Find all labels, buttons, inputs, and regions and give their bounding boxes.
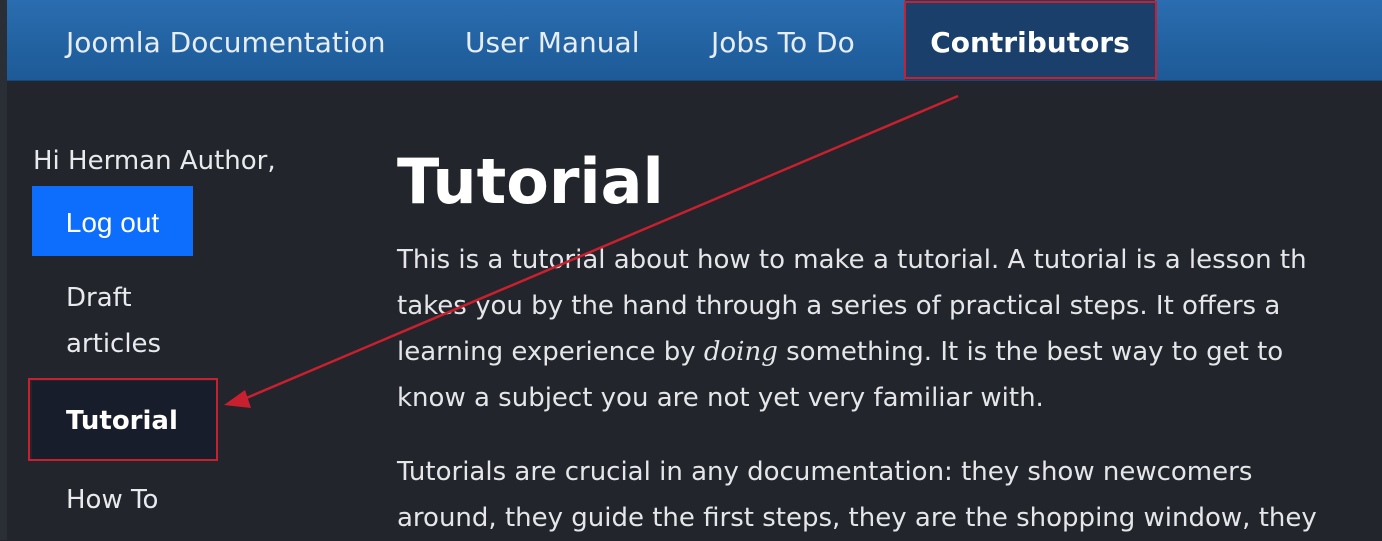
sidebar-link-draft-line2: articles (66, 329, 162, 359)
emphasis-doing: doing (703, 337, 778, 367)
sidebar-link-draft-articles[interactable]: Draft articles (66, 275, 161, 367)
paragraph-1-line-3a: learning experience by (397, 337, 704, 367)
paragraph-1-line-2: takes you by the hand through a series o… (397, 291, 1281, 321)
sidebar-link-draft-line1: Draft (66, 283, 132, 313)
user-greeting: Hi Herman Author, (33, 146, 276, 176)
sidebar-link-tutorial[interactable]: Tutorial (32, 381, 216, 459)
paragraph-1-line-4: know a subject you are not yet very fami… (397, 383, 1044, 413)
paragraph-1-line-1: This is a tutorial about how to make a t… (397, 245, 1307, 275)
paragraph-1-line-3b: something. It is the best way to get to (777, 337, 1284, 367)
nav-user-manual[interactable]: User Manual (465, 0, 639, 80)
nav-jobs-to-do[interactable]: Jobs To Do (711, 0, 855, 80)
article-paragraph-1: This is a tutorial about how to make a t… (397, 237, 1307, 421)
paragraph-2-line-1: Tutorials are crucial in any documentati… (397, 457, 1253, 487)
nav-contributors[interactable]: Contributors (905, 0, 1155, 80)
sidebar-link-how-to[interactable]: How To (66, 477, 158, 523)
arrow-head (224, 390, 251, 408)
article-paragraph-2: Tutorials are crucial in any documentati… (397, 449, 1317, 541)
logout-button[interactable]: Log out (32, 186, 193, 256)
nav-joomla-documentation[interactable]: Joomla Documentation (66, 0, 385, 80)
top-navigation: Joomla Documentation User Manual Jobs To… (7, 0, 1382, 81)
paragraph-2-line-2: around, they guide the first steps, they… (397, 503, 1317, 533)
page-left-edge (0, 0, 7, 540)
page-title: Tutorial (397, 145, 664, 218)
